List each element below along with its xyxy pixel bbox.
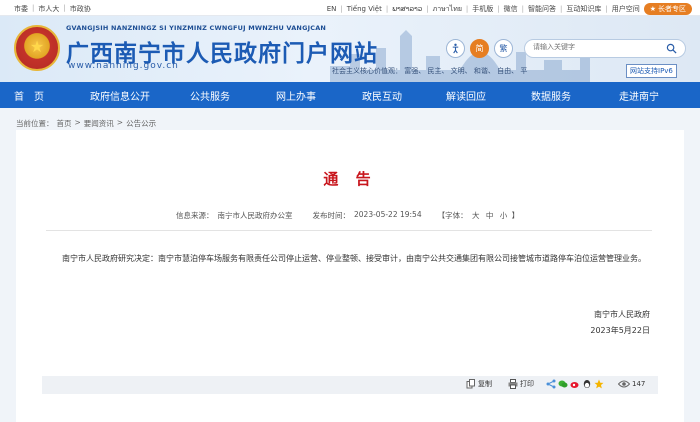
national-emblem-logo[interactable] — [14, 25, 60, 71]
share-buttons — [546, 379, 604, 389]
source-label: 信息来源： — [176, 211, 214, 220]
article-card: 通 告 信息来源： 南宁市人民政府办公室 发布时间： 2023-05-22 19… — [16, 130, 684, 422]
source-value: 南宁市人民政府办公室 — [217, 211, 293, 220]
breadcrumb-news[interactable]: 要闻资讯 — [84, 118, 114, 129]
traditional-chinese-button[interactable]: 繁 — [494, 39, 513, 58]
article-title: 通 告 — [323, 170, 377, 188]
copy-icon — [466, 379, 475, 389]
article-meta: 信息来源： 南宁市人民政府办公室 发布时间： 2023-05-22 19:54 … — [176, 210, 519, 221]
nav-item-home[interactable]: 首 页 — [0, 82, 72, 108]
elder-zone-label: 长者专区 — [658, 5, 686, 13]
link-smart-qa[interactable]: 智能问答 — [528, 4, 556, 14]
font-size-large[interactable]: 大 — [472, 211, 480, 220]
link-lao[interactable]: ພາສາລາວ — [392, 5, 422, 13]
qq-icon[interactable] — [582, 379, 592, 389]
elder-zone-button[interactable]: ★ 长者专区 — [643, 3, 692, 15]
nav-item-interpretation[interactable]: 解读回应 — [424, 82, 508, 108]
weibo-icon[interactable] — [570, 379, 580, 389]
breadcrumb-prefix: 当前位置： — [16, 119, 54, 128]
link-english[interactable]: EN — [327, 5, 337, 13]
article-body: 南宁市人民政府研究决定：南宁市慧泊停车场服务有限责任公司停止运营、停业整顿、接受… — [62, 254, 646, 263]
nav-item-about-nanning[interactable]: 走进南宁 — [594, 82, 684, 108]
core-values-text: 社会主义核心价值观： 富强、 民主、 文明、 和谐、 自由、 平 — [332, 67, 528, 75]
link-wechat[interactable]: 微信 — [504, 4, 518, 14]
top-utility-bar: 市委 | 市人大 | 市政协 EN | Tiếng Việt | ພາສາລາວ… — [0, 0, 700, 16]
eye-icon — [618, 380, 630, 388]
ipv6-badge: 网站支持IPv6 — [626, 64, 677, 78]
font-size-switcher: 【字体： 大 中 小 】 — [438, 210, 520, 221]
view-count: 147 — [618, 379, 645, 389]
separator: | — [465, 5, 469, 13]
print-icon — [508, 379, 518, 389]
copy-button[interactable]: 复制 — [466, 379, 492, 389]
copy-label: 复制 — [478, 380, 492, 388]
nav-item-online-service[interactable]: 网上办事 — [252, 82, 340, 108]
article-signature: 南宁市人民政府 2023年5月22日 — [590, 307, 650, 339]
link-thai[interactable]: ภาษาไทย — [433, 4, 462, 15]
star-icon: ★ — [649, 5, 656, 13]
print-button[interactable]: 打印 — [508, 379, 534, 389]
simplified-chinese-button[interactable]: 简 — [470, 39, 489, 58]
top-links-right: EN | Tiếng Việt | ພາສາລາວ | ภาษาไทย | 手机… — [327, 3, 692, 15]
top-links-left: 市委 | 市人大 | 市政协 — [14, 4, 91, 14]
link-cppcc[interactable]: 市政协 — [70, 4, 91, 14]
nav-item-interaction[interactable]: 政民互动 — [340, 82, 424, 108]
font-size-small[interactable]: 小 — [500, 211, 508, 220]
article-action-bar: 复制 打印 147 — [42, 376, 658, 394]
share-icon[interactable] — [546, 379, 556, 389]
header-tools: 简 繁 — [446, 39, 513, 58]
link-municipal-committee[interactable]: 市委 — [14, 4, 28, 14]
date-value: 2023-05-22 19:54 — [354, 210, 422, 219]
separator: | — [521, 5, 524, 13]
separator: | — [385, 5, 389, 13]
breadcrumb-notices[interactable]: 公告公示 — [126, 118, 156, 129]
view-count-value: 147 — [632, 380, 646, 388]
font-size-label: 【字体： — [437, 211, 468, 220]
divider — [46, 230, 652, 231]
accessibility-icon[interactable] — [446, 39, 465, 58]
breadcrumb-home[interactable]: 首页 — [57, 118, 72, 129]
separator: | — [340, 5, 343, 13]
nav-item-public-service[interactable]: 公共服务 — [168, 82, 252, 108]
main-nav: 首 页 政府信息公开 公共服务 网上办事 政民互动 解读回应 数据服务 走进南宁 — [0, 82, 700, 108]
nav-item-gov-info[interactable]: 政府信息公开 — [72, 82, 168, 108]
separator: | — [426, 5, 429, 13]
separator: | — [605, 5, 608, 13]
search-input[interactable] — [533, 43, 663, 51]
site-header: GVANGJSIH NANZNINGZ SI YINZMINZ CWNGFUJ … — [0, 16, 700, 82]
search-box — [524, 39, 686, 58]
wechat-icon[interactable] — [558, 379, 568, 389]
separator: | — [560, 5, 563, 13]
date-label: 发布时间： — [312, 211, 351, 220]
separator: | — [32, 4, 35, 12]
breadcrumb: 当前位置： 首页 > 要闻资讯 > 公告公示 — [16, 118, 156, 129]
nav-item-data-service[interactable]: 数据服务 — [508, 82, 594, 108]
link-mobile[interactable]: 手机版 — [472, 4, 493, 14]
separator: | — [497, 5, 500, 13]
font-size-close: 】 — [511, 211, 520, 220]
separator: | — [63, 4, 66, 12]
breadcrumb-separator: > — [116, 118, 124, 127]
link-vietnamese[interactable]: Tiếng Việt — [347, 5, 382, 13]
breadcrumb-separator: > — [74, 118, 81, 127]
signature-date: 2023年5月22日 — [590, 326, 650, 335]
site-title-pinyin: GVANGJSIH NANZNINGZ SI YINZMINZ CWNGFUJ … — [66, 24, 327, 32]
site-domain: www.nanning.gov.cn — [68, 61, 179, 71]
qzone-icon[interactable] — [594, 379, 604, 389]
link-user-space[interactable]: 用户空间 — [612, 4, 640, 14]
search-icon[interactable] — [666, 43, 677, 54]
link-knowledge-base[interactable]: 互动知识库 — [566, 4, 601, 14]
link-peoples-congress[interactable]: 市人大 — [38, 4, 59, 14]
signature-org: 南宁市人民政府 — [594, 310, 650, 319]
print-label: 打印 — [520, 380, 534, 388]
font-size-medium[interactable]: 中 — [486, 211, 494, 220]
